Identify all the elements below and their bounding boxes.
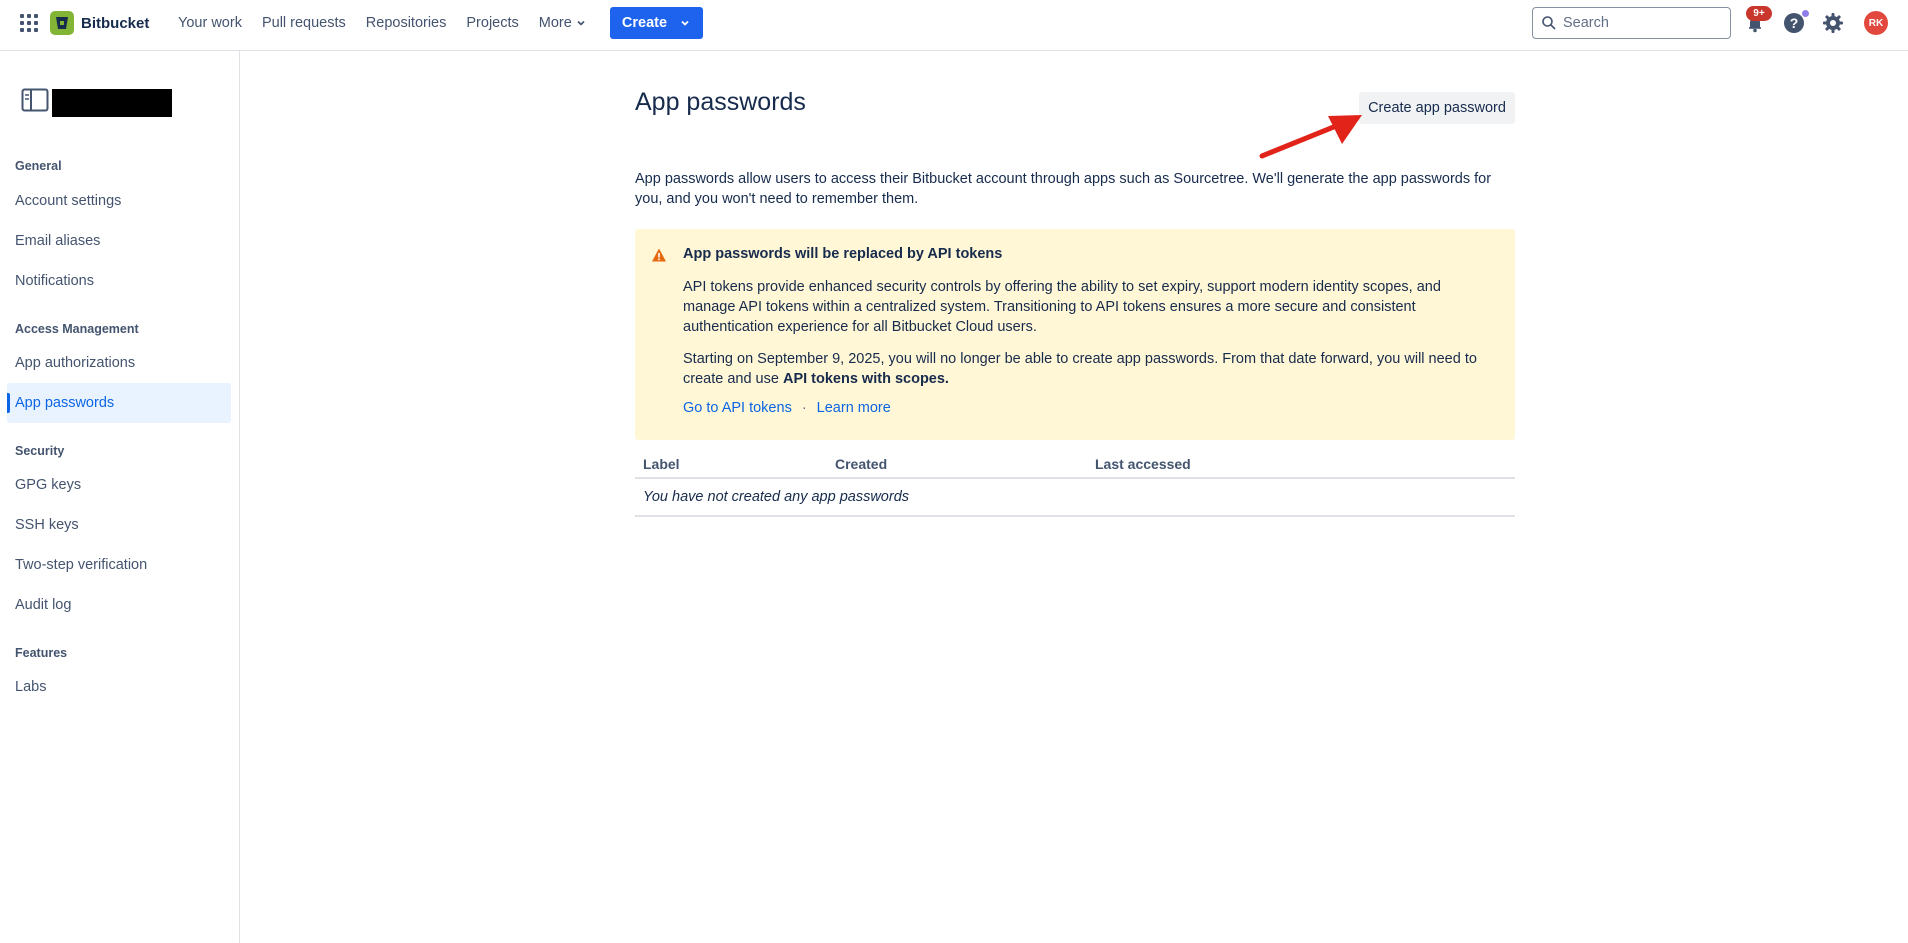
sidebar-item-account-settings[interactable]: Account settings	[7, 181, 231, 221]
sidebar-item-email-aliases[interactable]: Email aliases	[7, 221, 231, 261]
table-header: Label Created Last accessed	[635, 452, 1515, 479]
banner-links: Go to API tokens · Learn more	[683, 400, 891, 416]
sidebar-section-features: Features	[15, 646, 68, 660]
empty-state-message: You have not created any app passwords	[643, 489, 910, 505]
warning-icon	[651, 247, 667, 263]
search-input[interactable]: Search	[1532, 7, 1731, 39]
sidebar-item-notifications[interactable]: Notifications	[7, 261, 231, 301]
nav-pull-requests[interactable]: Pull requests	[252, 0, 356, 46]
help-indicator-dot	[1802, 10, 1809, 17]
chevron-down-icon	[681, 20, 689, 26]
create-button[interactable]: Create	[610, 7, 703, 39]
page-title: App passwords	[635, 88, 806, 116]
create-app-password-button[interactable]: Create app password	[1359, 92, 1515, 124]
banner-deadline-text: Starting on September 9, 2025, you will …	[683, 349, 1503, 389]
nav-projects[interactable]: Projects	[456, 0, 528, 46]
sidebar-item-gpg-keys[interactable]: GPG keys	[7, 465, 231, 505]
intro-text: App passwords allow users to access thei…	[635, 171, 1492, 207]
go-to-api-tokens-link[interactable]: Go to API tokens	[683, 400, 792, 416]
user-avatar[interactable]: RK	[1864, 11, 1888, 35]
sidebar-section-access-management: Access Management	[15, 322, 139, 336]
settings-gear-icon[interactable]	[1821, 11, 1845, 35]
nav-more-label: More	[538, 15, 572, 31]
bitbucket-logo[interactable]: Bitbucket	[50, 11, 149, 35]
deprecation-warning-banner: App passwords will be replaced by API to…	[635, 229, 1515, 440]
top-navigation: Bitbucket Your work Pull requests Reposi…	[0, 0, 1908, 51]
bitbucket-bucket-icon	[50, 11, 74, 35]
svg-text:?: ?	[1790, 15, 1799, 31]
sidebar-section-security: Security	[15, 444, 65, 458]
app-switcher-icon[interactable]	[20, 14, 38, 32]
chevron-down-icon	[577, 20, 585, 26]
brand-name: Bitbucket	[81, 14, 150, 32]
notification-count-badge: 9+	[1746, 6, 1772, 21]
primary-nav: Your work Pull requests Repositories Pro…	[168, 0, 593, 46]
sidebar-item-app-passwords[interactable]: App passwords	[7, 383, 231, 423]
table-row: You have not created any app passwords	[635, 479, 1515, 517]
column-header-label[interactable]: Label	[643, 456, 680, 472]
sidebar-panel-icon[interactable]	[21, 88, 49, 112]
create-button-label: Create	[621, 15, 668, 31]
sidebar-item-two-step-verification[interactable]: Two-step verification	[7, 545, 231, 585]
sidebar-item-ssh-keys[interactable]: SSH keys	[7, 505, 231, 545]
redacted-workspace-name	[52, 89, 172, 117]
sidebar-item-audit-log[interactable]: Audit log	[7, 585, 231, 625]
column-header-created[interactable]: Created	[835, 456, 887, 472]
link-separator: ·	[801, 400, 807, 416]
banner-description: API tokens provide enhanced security con…	[683, 279, 1441, 335]
sidebar-item-labs[interactable]: Labs	[7, 667, 231, 707]
banner-title: App passwords will be replaced by API to…	[683, 246, 1003, 262]
nav-repositories[interactable]: Repositories	[356, 0, 457, 46]
search-icon	[1541, 15, 1557, 31]
sidebar-section-general: General	[15, 159, 62, 173]
banner-deadline-bold: API tokens with scopes.	[782, 371, 949, 387]
nav-more[interactable]: More	[529, 0, 593, 46]
app-passwords-table: Label Created Last accessed You have not…	[635, 452, 1515, 517]
learn-more-link[interactable]: Learn more	[817, 400, 891, 416]
settings-sidebar: General Account settings Email aliases N…	[0, 51, 240, 943]
nav-your-work[interactable]: Your work	[168, 0, 252, 46]
annotation-arrow-icon	[1259, 115, 1362, 159]
column-header-last-accessed[interactable]: Last accessed	[1095, 456, 1191, 472]
sidebar-item-app-authorizations[interactable]: App authorizations	[7, 343, 231, 383]
